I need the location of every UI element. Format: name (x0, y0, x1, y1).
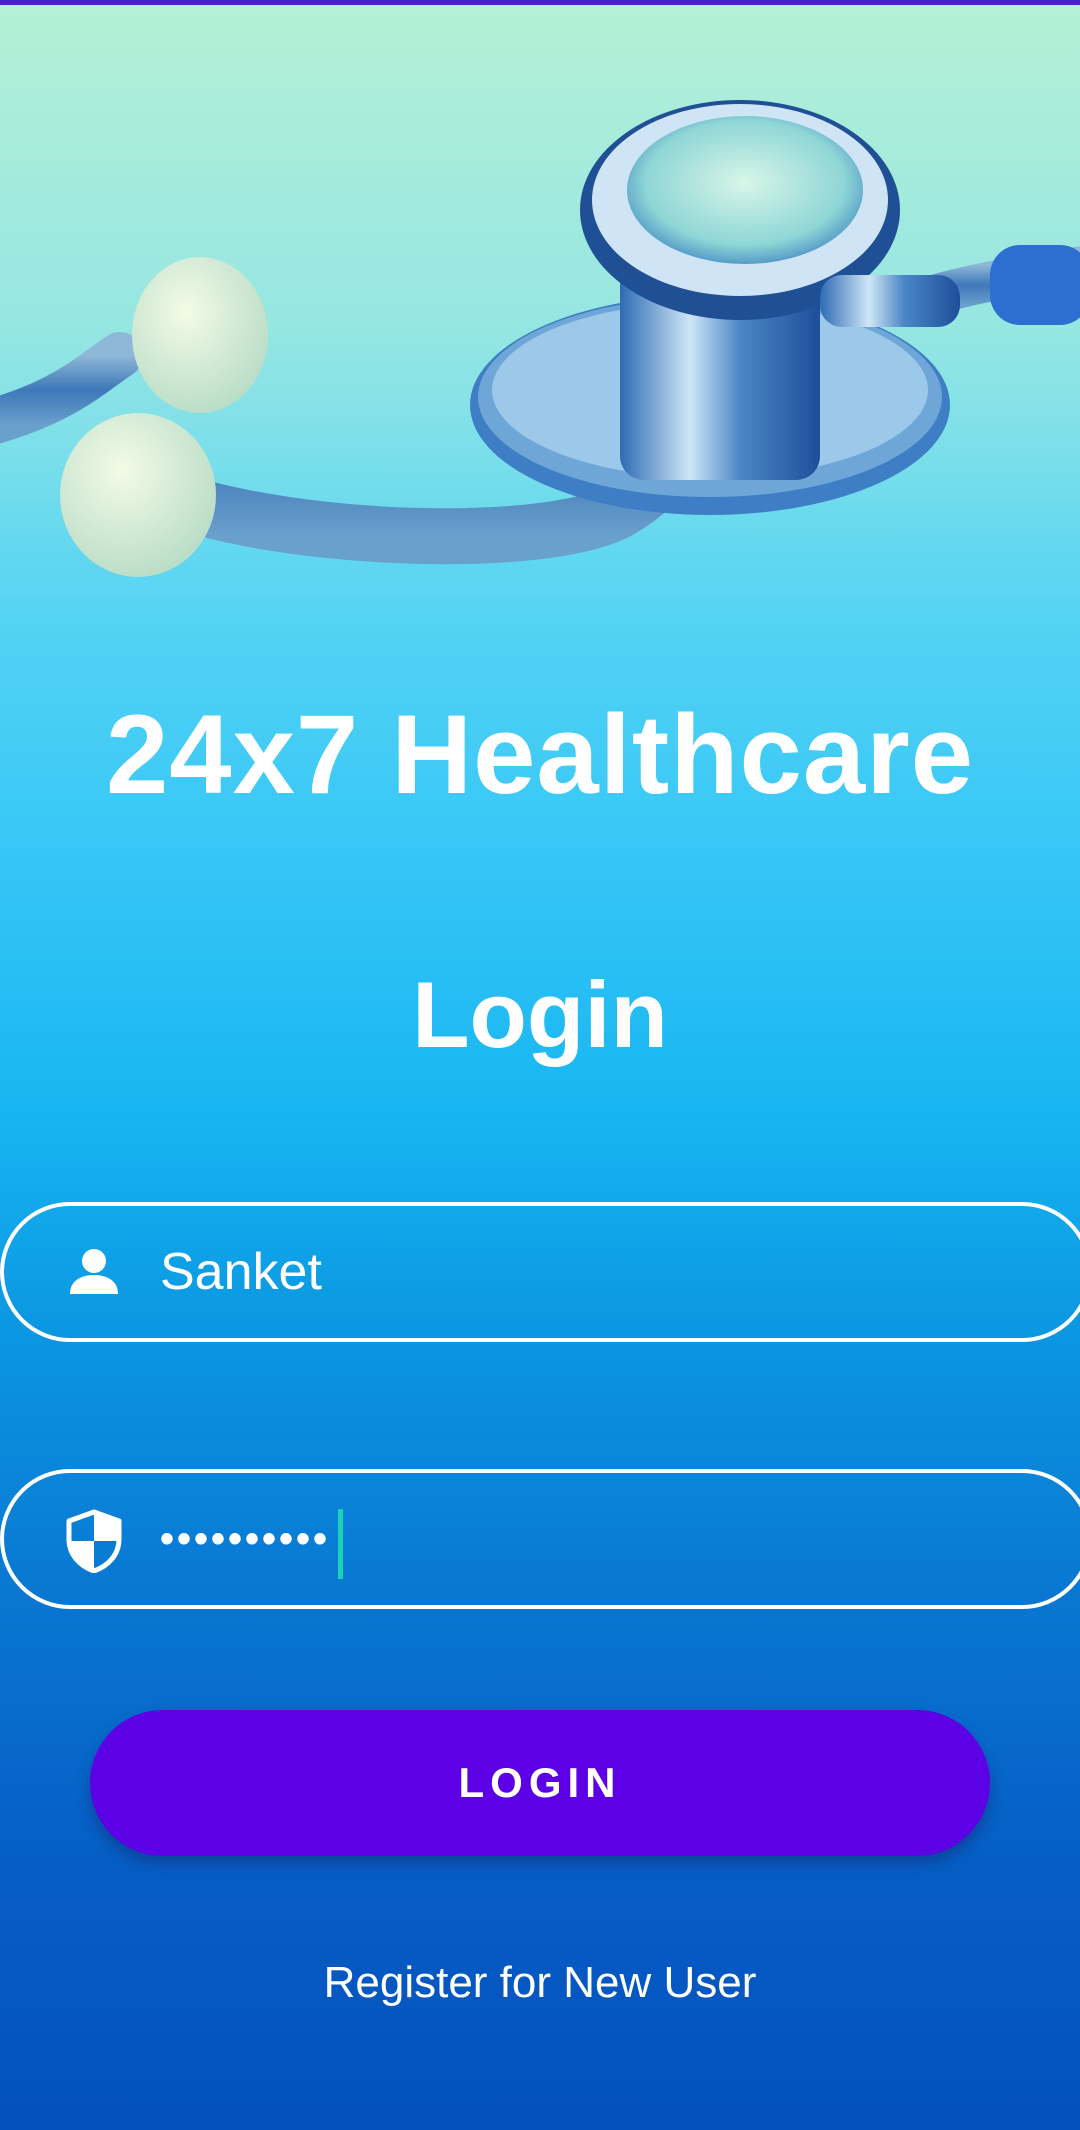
shield-icon (64, 1509, 124, 1574)
login-screen: 24x7 Healthcare Login Sanket •••••••••• … (0, 0, 1080, 2130)
page-title: Login (412, 962, 668, 1067)
login-button[interactable]: LOGIN (90, 1710, 990, 1856)
password-value: •••••••••• (160, 1517, 331, 1561)
text-caret (338, 1509, 343, 1579)
app-title: 24x7 Healthcare (105, 692, 974, 817)
register-link[interactable]: Register for New User (0, 1955, 1080, 2011)
password-field[interactable]: •••••••••• (0, 1469, 1080, 1609)
username-value: Sanket (160, 1243, 322, 1301)
person-icon (64, 1242, 124, 1302)
stethoscope-image (0, 5, 1080, 645)
username-field[interactable]: Sanket (0, 1202, 1080, 1342)
